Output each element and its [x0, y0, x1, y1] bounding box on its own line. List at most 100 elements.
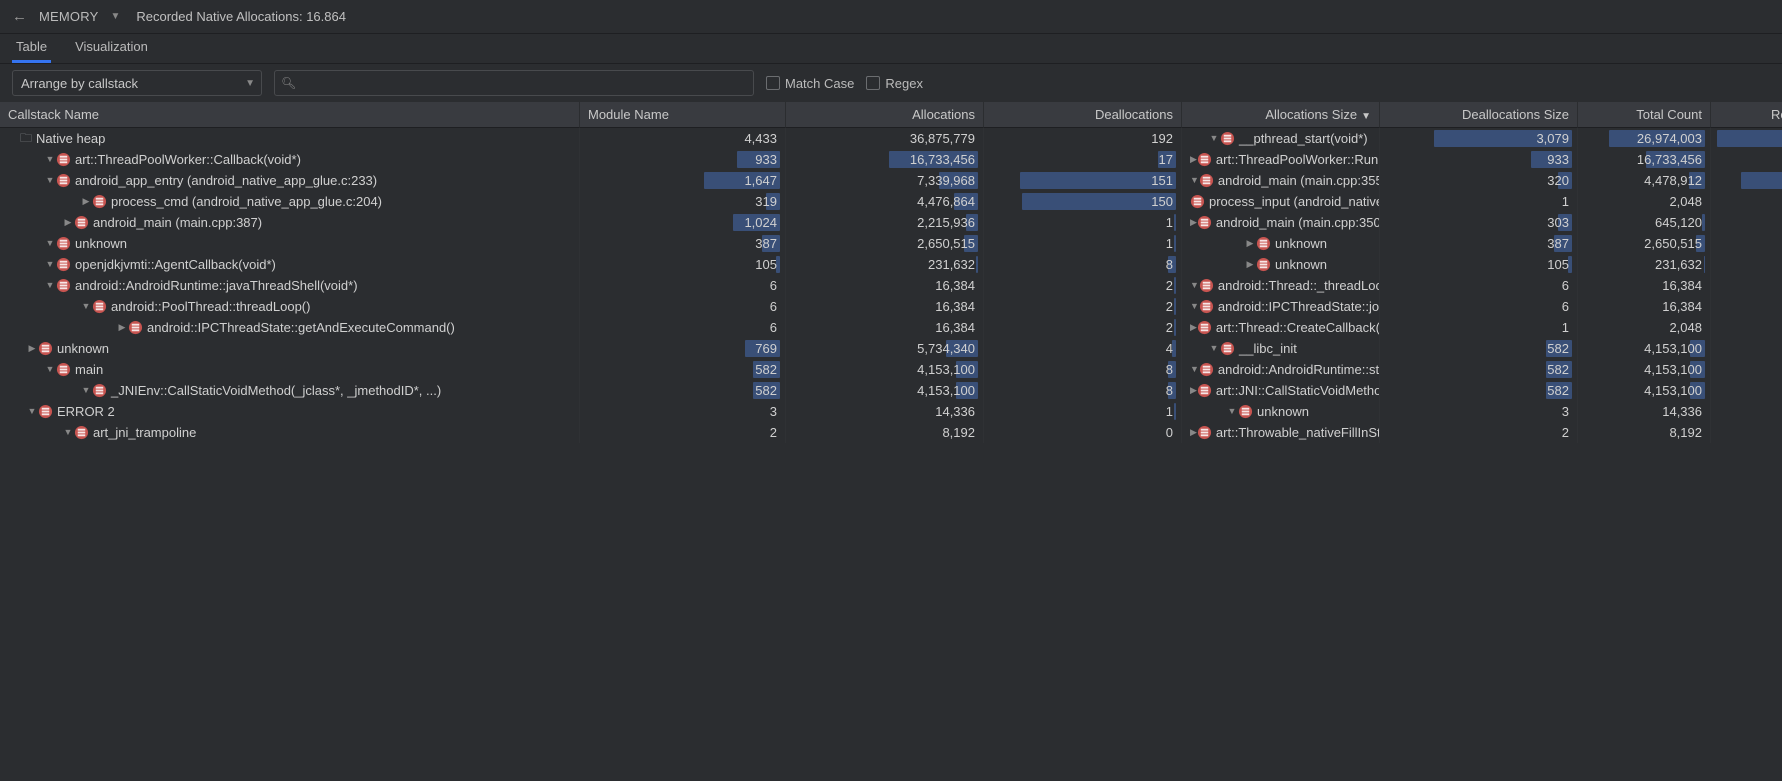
callstack-cell: ▼art_jni_trampoline — [0, 422, 580, 443]
col-dealloc-size[interactable]: Deallocations Size — [1380, 102, 1578, 128]
callstack-name: Native heap — [36, 130, 105, 147]
collapse-icon[interactable]: ▼ — [44, 172, 56, 189]
callstack-name: ERROR 2 — [57, 403, 115, 420]
collapse-icon[interactable]: ▼ — [1190, 277, 1199, 294]
callstack-cell: ▶unknown — [0, 338, 580, 359]
expand-icon[interactable]: ▶ — [116, 319, 128, 336]
arrange-select[interactable]: Arrange by callstack ▼ — [12, 70, 262, 96]
numeric-cell: 582 — [1380, 359, 1578, 380]
stackframe-icon — [1199, 299, 1214, 314]
expand-icon[interactable]: ▶ — [26, 340, 38, 357]
numeric-cell: 1 — [984, 233, 1182, 254]
stackframe-icon — [1256, 236, 1271, 251]
match-case-check[interactable]: Match Case — [766, 76, 854, 91]
toolbar: Arrange by callstack ▼ 🔍︎ Match Case Reg… — [0, 64, 1782, 102]
callstack-name: android_main (main.cpp:355) — [1218, 172, 1380, 189]
numeric-cell: 0 — [984, 422, 1182, 443]
callstack-name: android::IPCThreadState::getAndExecuteCo… — [147, 319, 455, 336]
collapse-icon[interactable]: ▼ — [1208, 130, 1220, 147]
numeric-cell: 4,433 — [580, 128, 786, 149]
stackframe-icon — [1199, 173, 1214, 188]
numeric-cell: 0 — [1711, 317, 1782, 338]
collapse-icon[interactable]: ▼ — [44, 151, 56, 168]
collapse-icon[interactable]: ▼ — [1226, 403, 1238, 420]
numeric-cell: 8 — [984, 359, 1182, 380]
collapse-icon[interactable]: ▼ — [1208, 340, 1220, 357]
numeric-cell: 2,650,515 — [1578, 233, 1711, 254]
numeric-cell: 1 — [1711, 233, 1782, 254]
collapse-icon[interactable]: ▼ — [1190, 361, 1199, 378]
numeric-cell: 933 — [1380, 149, 1578, 170]
stackframe-icon — [92, 299, 107, 314]
checkbox-icon — [766, 76, 780, 90]
col-alloc-size[interactable]: Allocations Size▼ — [1182, 102, 1380, 128]
collapse-icon[interactable]: ▼ — [62, 424, 74, 441]
back-arrow-icon[interactable]: ← — [12, 8, 27, 25]
col-module[interactable]: Module Name — [580, 102, 786, 128]
callstack-name: process_cmd (android_native_app_glue.c:2… — [111, 193, 382, 210]
expand-icon[interactable]: ▶ — [80, 193, 92, 210]
expand-icon[interactable]: ▶ — [1244, 256, 1256, 273]
collapse-icon[interactable]: ▼ — [80, 382, 92, 399]
tab-table[interactable]: Table — [12, 33, 51, 63]
numeric-cell: 231,632 — [1578, 254, 1711, 275]
col-total[interactable]: Total Count — [1578, 102, 1711, 128]
arrange-select-label: Arrange by callstack — [21, 76, 138, 91]
numeric-cell: 4 — [984, 338, 1182, 359]
callstack-cell: ▶art::Thread::CreateCallback(void*) — [1182, 317, 1380, 338]
expand-icon[interactable]: ▶ — [1190, 319, 1197, 336]
numeric-cell: 2 — [580, 422, 786, 443]
callstack-cell: ▶android_main (main.cpp:350) — [1182, 212, 1380, 233]
expand-icon[interactable]: ▶ — [1244, 235, 1256, 252]
collapse-icon[interactable]: ▼ — [1190, 298, 1199, 315]
expand-icon[interactable]: ▶ — [1190, 382, 1197, 399]
numeric-cell: 1 — [1711, 401, 1782, 422]
numeric-cell: 7,339,968 — [786, 170, 984, 191]
numeric-cell: 387 — [1380, 233, 1578, 254]
col-deallocations[interactable]: Deallocations — [984, 102, 1182, 128]
numeric-cell: 3,079 — [1380, 128, 1578, 149]
numeric-cell: 14,336 — [786, 401, 984, 422]
collapse-icon[interactable]: ▼ — [80, 298, 92, 315]
collapse-icon[interactable]: ▼ — [44, 235, 56, 252]
collapse-icon[interactable]: ▼ — [26, 403, 38, 420]
stackframe-icon — [74, 215, 89, 230]
numeric-cell: 0 — [1711, 191, 1782, 212]
collapse-icon[interactable]: ▼ — [44, 361, 56, 378]
numeric-cell: 1 — [1380, 317, 1578, 338]
stackframe-icon — [1238, 404, 1253, 419]
expand-icon[interactable]: ▶ — [1190, 214, 1197, 231]
callstack-name: art::Throwable_nativeFillInStackTrace(_J… — [1216, 424, 1380, 441]
numeric-cell: 105 — [1380, 254, 1578, 275]
col-callstack[interactable]: Callstack Name — [0, 102, 580, 128]
numeric-cell: 2,048 — [1578, 317, 1711, 338]
callstack-cell: ▼android_app_entry (android_native_app_g… — [0, 170, 580, 191]
collapse-icon[interactable]: ▼ — [1190, 172, 1199, 189]
col-allocations[interactable]: Allocations — [786, 102, 984, 128]
callstack-cell: ▼android::AndroidRuntime::start(char con… — [1182, 359, 1380, 380]
expand-icon[interactable]: ▶ — [1190, 151, 1197, 168]
collapse-icon[interactable]: ▼ — [44, 256, 56, 273]
numeric-cell: 645,120 — [1578, 212, 1711, 233]
callstack-cell: ▼ ERROR 2 — [0, 401, 580, 422]
dropdown-arrow-icon[interactable]: ▼ — [110, 11, 120, 22]
numeric-cell: 4,153,100 — [1578, 380, 1711, 401]
collapse-icon[interactable]: ▼ — [44, 277, 56, 294]
checkbox-icon — [866, 76, 880, 90]
numeric-cell: 231,632 — [786, 254, 984, 275]
numeric-cell: 582 — [580, 380, 786, 401]
numeric-cell: 1,024 — [580, 212, 786, 233]
tab-visualization[interactable]: Visualization — [71, 33, 152, 63]
numeric-cell: 2 — [1711, 296, 1782, 317]
expand-icon[interactable]: ▶ — [62, 214, 74, 231]
search-box[interactable]: 🔍︎ — [274, 70, 754, 96]
search-input[interactable] — [301, 76, 745, 91]
col-remaining[interactable]: Remaining Size — [1711, 102, 1782, 128]
numeric-cell: 4,153,100 — [1578, 338, 1711, 359]
callstack-cell: ▼unknown — [1182, 401, 1380, 422]
numeric-cell: 4,153,100 — [786, 380, 984, 401]
stackframe-icon — [92, 383, 107, 398]
expand-icon[interactable]: ▶ — [1190, 424, 1197, 441]
numeric-cell: 8 — [1711, 254, 1782, 275]
regex-check[interactable]: Regex — [866, 76, 923, 91]
